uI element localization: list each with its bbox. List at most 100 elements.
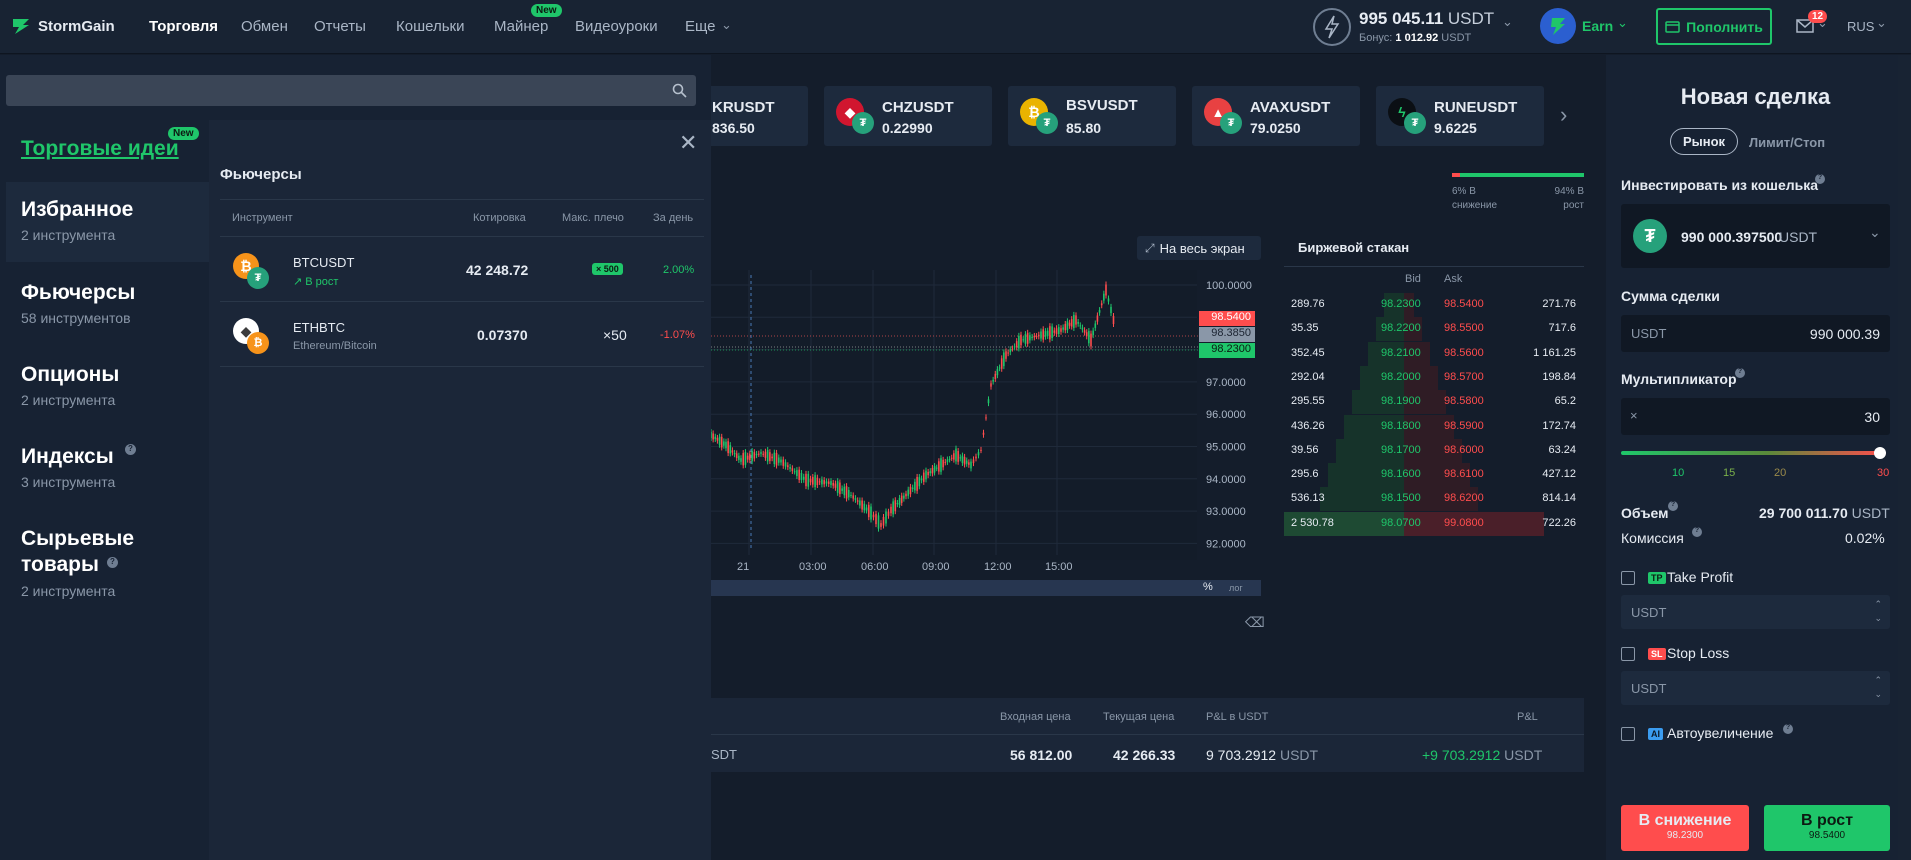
candle-body: [887, 511, 890, 516]
earn-label[interactable]: Earn: [1582, 18, 1613, 34]
volume-help-icon[interactable]: ?: [1668, 501, 1678, 511]
orderbook-row[interactable]: 295.6 98.1600 98.6100 427.12: [1284, 463, 1584, 488]
orderbook-row[interactable]: 536.13 98.1500 98.6200 814.14: [1284, 487, 1584, 512]
category-favorites[interactable]: Избранное 2 инструмента: [21, 197, 133, 243]
invest-help-icon[interactable]: ?: [1815, 174, 1825, 184]
take-profit-label[interactable]: Take Profit: [1667, 569, 1733, 585]
indices-help-icon[interactable]: ?: [125, 444, 136, 455]
orderbook-ask-header: Ask: [1444, 273, 1463, 285]
instrument-row[interactable]: ₿ ₮ BTCUSDT ↗ В рост 42 248.72 × 500 2.0…: [220, 237, 704, 301]
tab-market[interactable]: Рынок: [1670, 128, 1738, 155]
tether-icon: ₮: [852, 112, 874, 134]
nav-miner[interactable]: Майнер: [494, 18, 548, 35]
balance-display[interactable]: 995 045.11 USDT: [1359, 9, 1494, 29]
nav-exchange[interactable]: Обмен: [241, 18, 288, 35]
orderbook-row[interactable]: 292.04 98.2000 98.5700 198.84: [1284, 365, 1584, 390]
category-options[interactable]: Опционы 2 инструмента: [21, 362, 119, 408]
candle-body: [731, 450, 734, 453]
nav-wallets[interactable]: Кошельки: [396, 18, 464, 35]
take-profit-stepper[interactable]: ⌃ ⌄: [1874, 597, 1882, 625]
fullscreen-button[interactable]: ⤢ На весь экран: [1137, 236, 1261, 260]
candle-body: [944, 461, 947, 463]
orderbook-row[interactable]: 39.56 98.1700 98.6000 63.24: [1284, 438, 1584, 463]
orderbook-row[interactable]: 2 530.78 98.0700 99.0800 722.26: [1284, 511, 1584, 536]
language-chevron-icon[interactable]: ⌄: [1876, 15, 1887, 31]
multiplier-help-icon[interactable]: ?: [1735, 368, 1745, 378]
instrument-row[interactable]: ◆ ₿ ETHBTC Ethereum/Bitcoin 0.07370 ×50 …: [220, 302, 704, 366]
candle-body: [1046, 330, 1049, 336]
percent-scale-toggle[interactable]: %: [1203, 581, 1213, 593]
search-input[interactable]: [6, 75, 696, 106]
candle-body: [749, 453, 751, 461]
orderbook-row[interactable]: 436.26 98.1800 98.5900 172.74: [1284, 414, 1584, 439]
chart-time-scroller[interactable]: % лог: [711, 580, 1261, 596]
brand-name: StormGain: [38, 17, 115, 35]
candle-body: [1062, 327, 1064, 330]
earn-chevron-icon[interactable]: ⌄: [1617, 15, 1628, 31]
ticker-card[interactable]: KRUSDT 836.50: [700, 86, 808, 146]
slider-tick: 10: [1672, 467, 1685, 479]
log-scale-toggle[interactable]: лог: [1229, 583, 1243, 593]
candle-body: [935, 467, 938, 469]
candle-body: [918, 477, 921, 487]
price-chart[interactable]: 100.000099.000098.000097.000096.000095.0…: [711, 270, 1261, 600]
candle-body: [852, 495, 855, 499]
col-pnl: P&L: [1517, 711, 1538, 723]
stop-loss-stepper[interactable]: ⌃ ⌄: [1874, 673, 1882, 701]
auto-increase-help-icon[interactable]: ?: [1783, 724, 1793, 734]
stop-loss-checkbox[interactable]: [1621, 647, 1635, 661]
tickers-next-arrow-icon[interactable]: ›: [1560, 102, 1567, 128]
category-futures[interactable]: Фьючерсы 58 инструментов: [21, 280, 135, 326]
eraser-icon[interactable]: ⌫: [1245, 614, 1265, 631]
take-profit-input[interactable]: USDT ⌃ ⌄: [1621, 595, 1890, 629]
orderbook-row[interactable]: 289.76 98.2300 98.5400 271.76: [1284, 293, 1584, 317]
ticker-card[interactable]: ◆ ₮ CHZUSDT 0.22990: [824, 86, 992, 146]
ticker-card[interactable]: ▲ ₮ AVAXUSDT 79.0250: [1192, 86, 1360, 146]
language-selector[interactable]: RUS: [1847, 19, 1874, 34]
auto-increase-checkbox[interactable]: [1621, 727, 1635, 741]
ticker-symbol: RUNEUSDT: [1434, 99, 1518, 116]
orderbook-row[interactable]: 352.45 98.2100 98.5600 1 161.25: [1284, 341, 1584, 366]
ticker-card[interactable]: ϟ ₮ RUNEUSDT 9.6225: [1376, 86, 1544, 146]
search-icon[interactable]: [672, 83, 687, 98]
sell-button[interactable]: В снижение 98.2300: [1621, 805, 1749, 851]
multiplier-slider-track[interactable]: [1621, 451, 1886, 455]
close-icon[interactable]: ✕: [679, 130, 697, 156]
position-row[interactable]: SDT 56 812.00 42 266.33 9 703.2912 USDT …: [711, 734, 1584, 772]
orderbook-row[interactable]: 35.35 98.2200 98.5500 717.6: [1284, 317, 1584, 342]
take-profit-checkbox[interactable]: [1621, 571, 1635, 585]
buy-button[interactable]: В рост 98.5400: [1764, 805, 1890, 851]
orderbook-row[interactable]: 295.55 98.1900 98.5800 65.2: [1284, 390, 1584, 415]
candle-body: [1044, 331, 1047, 337]
amount-input[interactable]: USDT 990 000.39: [1621, 315, 1890, 352]
candle-body: [994, 373, 997, 379]
balance-chevron-icon[interactable]: ⌄: [1502, 14, 1513, 30]
nav-reports[interactable]: Отчеты: [314, 18, 366, 35]
ticker-card[interactable]: ₿ ₮ BSVUSDT 85.80: [1008, 86, 1176, 146]
multiplier-input[interactable]: × 30: [1621, 398, 1890, 435]
chevron-down-icon[interactable]: ⌄: [721, 17, 732, 33]
tab-limit-stop[interactable]: Лимит/Стоп: [1749, 135, 1825, 150]
trade-ideas-link[interactable]: Торговые идеи: [21, 137, 179, 161]
commodities-help-icon[interactable]: ?: [107, 557, 118, 568]
candle-body: [953, 453, 955, 460]
candle-body: [987, 399, 990, 404]
category-indices[interactable]: Индексы 3 инструмента: [21, 444, 115, 490]
mail-chevron-icon[interactable]: ⌄: [1817, 15, 1828, 31]
multiplier-slider-thumb[interactable]: [1874, 447, 1886, 459]
stop-loss-label[interactable]: Stop Loss: [1667, 645, 1729, 661]
nav-trading[interactable]: Торговля: [149, 18, 218, 35]
deposit-button[interactable]: Пополнить: [1656, 8, 1772, 45]
stormgain-logo[interactable]: StormGain: [10, 15, 115, 37]
auto-increase-label[interactable]: Автоувеличение: [1667, 725, 1773, 741]
nav-more[interactable]: Еще: [685, 18, 716, 35]
stop-loss-input[interactable]: USDT ⌃ ⌄: [1621, 671, 1890, 705]
wallet-selector[interactable]: ₮ 990 000.397500 USDT ⌄: [1621, 204, 1890, 268]
earn-avatar-icon[interactable]: [1540, 8, 1576, 44]
candle-body: [725, 441, 727, 449]
category-commodities[interactable]: Сырьевые товары 2 инструмента: [21, 526, 181, 599]
fee-help-icon[interactable]: ?: [1692, 527, 1702, 537]
nav-video-lessons[interactable]: Видеоуроки: [575, 18, 658, 35]
right-scrollbar[interactable]: [1898, 55, 1911, 860]
candle-body: [1098, 310, 1101, 313]
